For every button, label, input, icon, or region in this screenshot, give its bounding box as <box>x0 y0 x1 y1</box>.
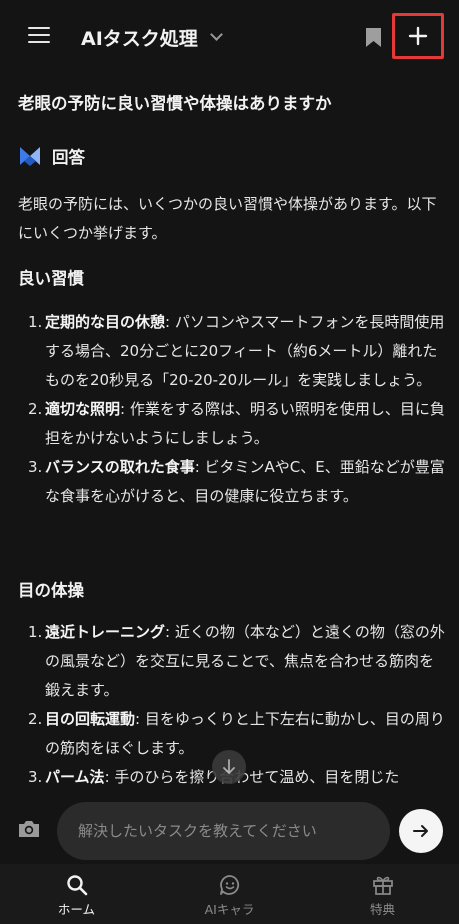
gift-icon <box>372 876 393 895</box>
nav-label-ai-chara: AIキャラ <box>204 902 255 917</box>
hamburger-menu-icon[interactable] <box>28 27 50 45</box>
habits-list: 1. 定期的な目の休憩: パソコンやスマートフォンを長時間使用する場合、20分ご… <box>28 308 446 511</box>
list-item: 3. バランスの取れた食事: ビタミンAやC、E、亜鉛などが豊富な食事を心がける… <box>28 453 446 511</box>
chat-content[interactable]: 老眼の予防に良い習慣や体操はありますか 回答 老眼の予防には、いくつかの良い習慣… <box>0 76 459 796</box>
list-number: 2. <box>28 710 43 728</box>
bottom-nav: ホーム AIキャラ 特典 <box>0 864 459 924</box>
list-term: 目の回転運動 <box>45 710 136 728</box>
chat-smile-icon <box>219 875 239 895</box>
nav-label-home: ホーム <box>57 902 96 917</box>
list-number: 1. <box>28 623 43 641</box>
chevron-down-icon <box>209 28 223 41</box>
section-title-habits: 良い習慣 <box>18 269 84 288</box>
send-button[interactable] <box>399 809 443 853</box>
list-item: 1. 遠近トレーニング: 近くの物（本など）と遠くの物（窓の外の風景など）を交互… <box>28 618 446 705</box>
nav-item-ai-chara[interactable]: AIキャラ <box>153 864 306 924</box>
input-bar <box>0 798 459 864</box>
nav-item-benefits[interactable]: 特典 <box>306 864 459 924</box>
list-number: 2. <box>28 400 43 418</box>
answer-intro: 老眼の予防には、いくつかの良い習慣や体操があります。以下にいくつか挙げます。 <box>18 195 437 242</box>
task-input[interactable] <box>57 802 390 860</box>
nav-item-home[interactable]: ホーム <box>0 864 153 924</box>
list-number: 3. <box>28 768 43 786</box>
nav-label-benefits: 特典 <box>369 902 395 917</box>
arrow-down-icon <box>223 759 235 774</box>
plus-icon <box>408 26 428 46</box>
section-title-exercises: 目の体操 <box>18 581 84 600</box>
list-number: 3. <box>28 458 43 476</box>
list-item: 1. 定期的な目の休憩: パソコンやスマートフォンを長時間使用する場合、20分ご… <box>28 308 446 395</box>
list-text: : 手のひらを擦り合わせて温め、目を閉じた <box>104 768 400 786</box>
camera-icon[interactable] <box>17 819 41 839</box>
list-term: 定期的な目の休憩 <box>45 313 166 331</box>
answer-label: 回答 <box>52 148 85 167</box>
list-term: パーム法 <box>45 768 105 786</box>
answer-header: 回答 <box>18 144 85 168</box>
arrow-right-icon <box>413 825 428 837</box>
search-icon <box>66 875 87 896</box>
list-term: バランスの取れた食事 <box>45 458 195 476</box>
app-header: AIタスク処理 <box>0 0 459 76</box>
user-question: 老眼の予防に良い習慣や体操はありますか <box>18 94 332 113</box>
app-title-dropdown[interactable]: AIタスク処理 <box>81 24 223 51</box>
list-item: 2. 適切な照明: 作業をする際は、明るい照明を使用し、目に負担をかけないように… <box>28 395 446 453</box>
list-term: 遠近トレーニング <box>45 623 166 641</box>
ai-logo-icon <box>20 147 40 166</box>
list-term: 適切な照明 <box>45 400 121 418</box>
scroll-down-button[interactable] <box>212 750 246 784</box>
list-number: 1. <box>28 313 43 331</box>
bookmark-icon[interactable] <box>365 27 382 48</box>
new-chat-button[interactable] <box>392 13 444 59</box>
app-title: AIタスク処理 <box>81 28 198 50</box>
